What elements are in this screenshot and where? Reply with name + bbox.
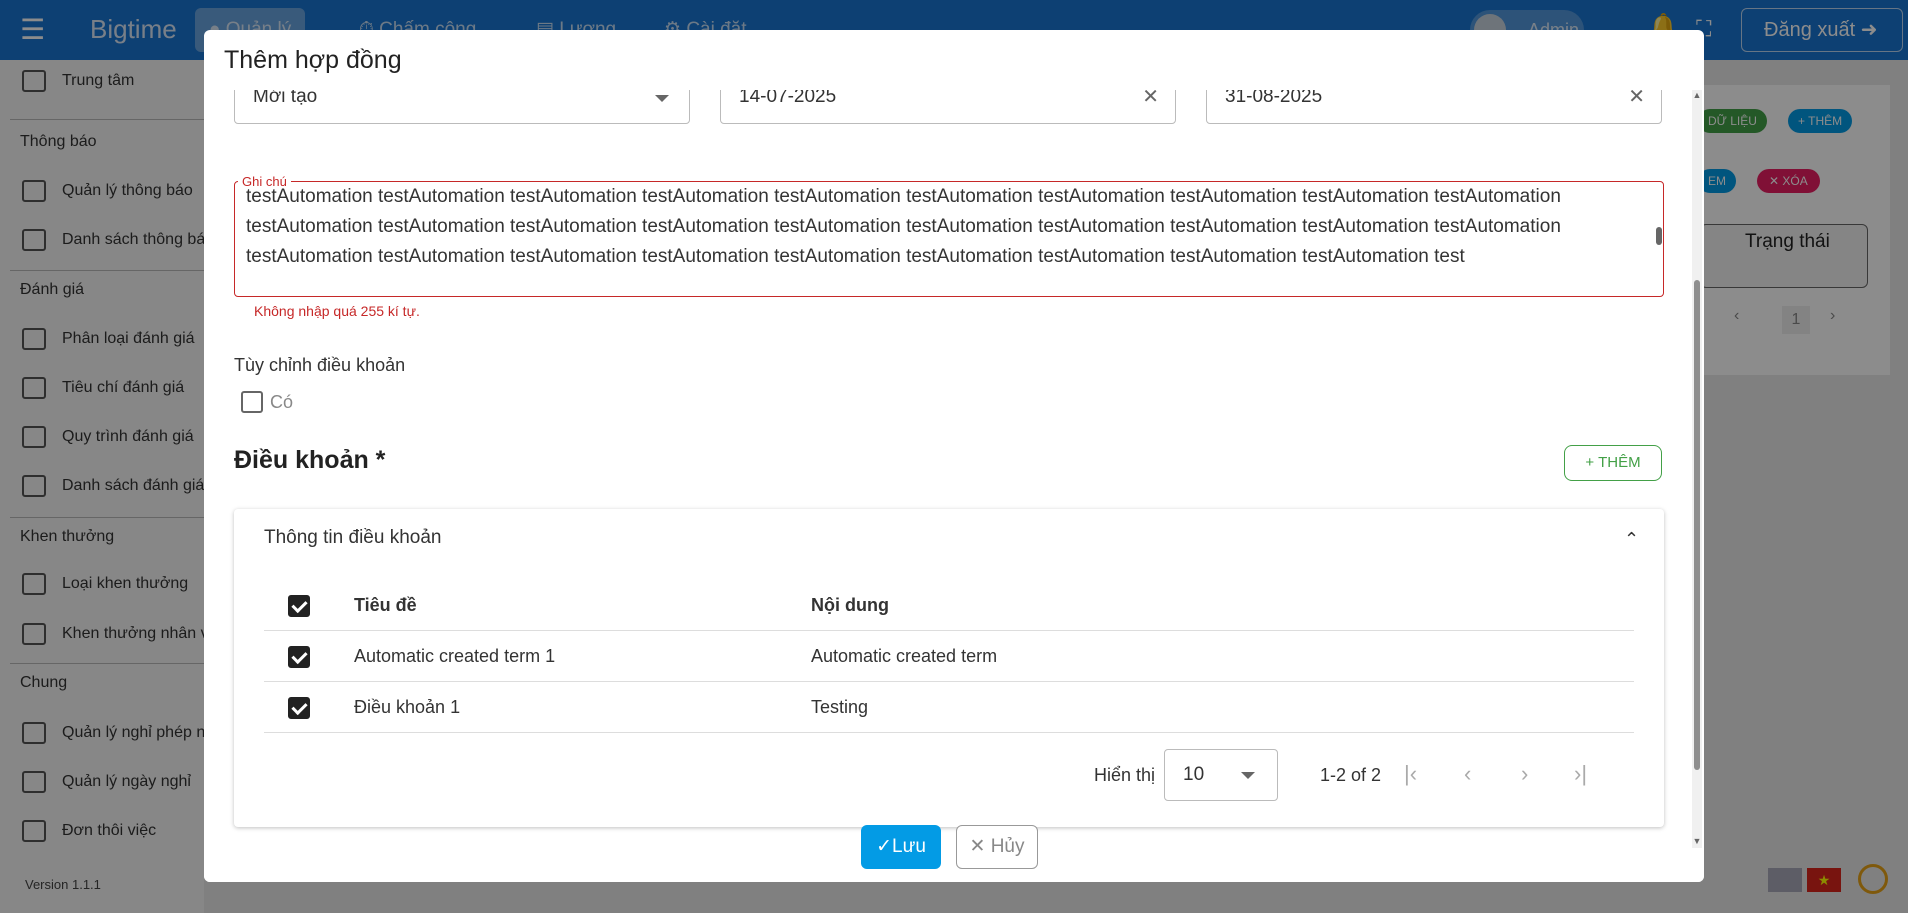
scroll-down-icon[interactable]: ▼ — [1692, 836, 1702, 846]
row-content: Automatic created term — [811, 646, 998, 666]
end-date-field[interactable]: 31-08-2025 ✕ — [1206, 90, 1662, 124]
save-button[interactable]: ✓Lưu — [861, 825, 941, 869]
contract-modal: Thêm hợp đồng Mới tạo 14-07-2025 ✕ 31-08… — [204, 30, 1704, 882]
modal-title: Thêm hợp đồng — [224, 46, 402, 74]
custom-terms-label: Tùy chỉnh điều khoản — [234, 355, 406, 375]
select-all-checkbox[interactable] — [288, 595, 310, 617]
page-size-label: Hiển thị — [1094, 765, 1156, 785]
end-date-value: 31-08-2025 — [1225, 90, 1323, 107]
last-page-icon[interactable]: ›| — [1574, 761, 1587, 787]
cancel-button[interactable]: ✕ Hủy — [956, 825, 1038, 869]
custom-terms-checkbox[interactable] — [241, 391, 263, 413]
terms-title: Điều khoản * — [234, 446, 386, 474]
note-scrollbar[interactable] — [1656, 185, 1662, 293]
scroll-up-icon[interactable]: ▲ — [1692, 90, 1702, 100]
status-value: Mới tạo — [253, 90, 318, 107]
first-page-icon[interactable]: |‹ — [1404, 761, 1417, 787]
chevron-down-icon — [1241, 772, 1255, 779]
header-title[interactable]: Tiêu đề — [354, 595, 417, 616]
row-checkbox[interactable] — [288, 697, 310, 719]
custom-terms-option: Có — [270, 392, 294, 412]
note-text[interactable]: testAutomation testAutomation testAutoma… — [246, 182, 1646, 295]
row-title: Automatic created term 1 — [354, 646, 556, 666]
page-size-select[interactable]: 10 — [1164, 749, 1278, 801]
table-row[interactable]: Điều khoản 1 Testing — [264, 682, 1634, 733]
status-select[interactable]: Mới tạo — [234, 90, 690, 124]
start-date-field[interactable]: 14-07-2025 ✕ — [720, 90, 1176, 124]
clear-icon[interactable]: ✕ — [1628, 90, 1645, 115]
header-content[interactable]: Nội dung — [811, 595, 889, 616]
add-term-button[interactable]: + THÊM — [1564, 445, 1662, 481]
row-checkbox[interactable] — [288, 646, 310, 668]
next-page-icon[interactable]: › — [1521, 761, 1528, 787]
start-date-value: 14-07-2025 — [739, 90, 837, 107]
page-size-value: 10 — [1183, 764, 1205, 785]
table-row[interactable]: Automatic created term 1 Automatic creat… — [264, 631, 1634, 682]
chevron-up-icon[interactable]: ⌃ — [1624, 529, 1639, 550]
scroll-thumb[interactable] — [1694, 280, 1700, 770]
chevron-down-icon — [655, 95, 669, 102]
row-content: Testing — [811, 697, 869, 717]
note-error: Không nhập quá 255 kí tự. — [254, 303, 420, 319]
modal-body: Mới tạo 14-07-2025 ✕ 31-08-2025 ✕ Ghi ch… — [204, 90, 1690, 848]
page-range: 1-2 of 2 — [1320, 765, 1382, 785]
table-header: Tiêu đề Nội dung — [264, 580, 1634, 631]
terms-card: Thông tin điều khoản ⌃ Tiêu đề Nội dung … — [234, 509, 1664, 827]
card-title: Thông tin điều khoản — [264, 527, 442, 548]
clear-icon[interactable]: ✕ — [1142, 90, 1159, 115]
prev-page-icon[interactable]: ‹ — [1464, 761, 1471, 787]
modal-footer — [204, 848, 1704, 882]
row-title: Điều khoản 1 — [354, 697, 461, 717]
modal-scrollbar[interactable]: ▲ ▼ — [1692, 90, 1702, 848]
